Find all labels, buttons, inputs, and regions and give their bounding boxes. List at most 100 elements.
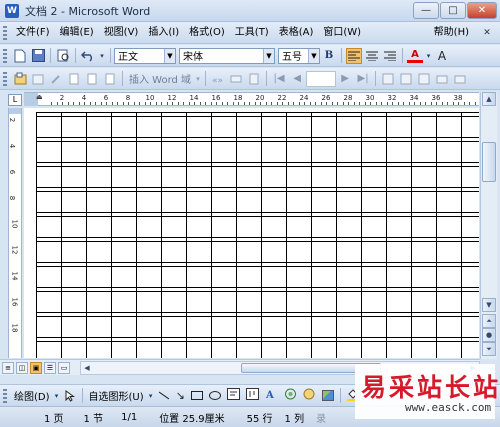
title-bar: W 文档 2 - Microsoft Word — □ ✕	[0, 0, 500, 22]
ruler-tick	[51, 102, 52, 105]
menu-help[interactable]: 帮助(H)	[429, 24, 474, 42]
font-color-dropdown-icon[interactable]: ▾	[425, 48, 432, 64]
merge-fields-icon[interactable]	[102, 71, 118, 87]
align-right-icon[interactable]	[382, 48, 398, 64]
print-layout-icon[interactable]: ▣	[30, 361, 42, 374]
ruler-tick	[172, 102, 173, 105]
previous-page-icon[interactable]: ⏶	[482, 314, 496, 328]
diagram-icon[interactable]	[284, 388, 297, 403]
arrow-tool-icon[interactable]: ↘	[176, 389, 185, 402]
oval-tool-icon[interactable]	[208, 391, 221, 400]
close-document-button[interactable]: ✕	[480, 26, 494, 40]
vertical-scrollbar[interactable]: ▲ ▼ ⏶ ● ⏷	[480, 92, 497, 359]
line-tool-icon[interactable]	[158, 391, 169, 400]
recipients-icon[interactable]	[48, 71, 64, 87]
scroll-down-icon[interactable]: ▼	[482, 298, 496, 312]
close-window-button[interactable]: ✕	[467, 2, 497, 19]
clip-art-icon[interactable]	[303, 388, 316, 403]
font-color-icon[interactable]: A	[407, 49, 423, 63]
open-data-source-icon[interactable]	[30, 71, 46, 87]
dropdown-icon[interactable]: ▾	[195, 71, 201, 87]
style-select[interactable]: 正文 ▼	[114, 47, 176, 64]
chevron-down-icon[interactable]: ▼	[263, 48, 274, 63]
merge-to-document-icon[interactable]	[416, 71, 432, 87]
last-record-icon[interactable]: ▶|	[355, 71, 371, 87]
tab-selector-button[interactable]: L	[8, 94, 22, 106]
indent-marker-icon[interactable]: ⏏	[36, 93, 43, 101]
merge-to-email-icon[interactable]	[452, 71, 468, 87]
vertical-ruler[interactable]: 2 4 6 8 10 12 14 16 18	[8, 108, 22, 358]
font-size-select[interactable]: 五号 ▼	[278, 47, 320, 64]
merge-to-printer-icon[interactable]	[434, 71, 450, 87]
first-record-icon[interactable]: |◀	[271, 71, 287, 87]
menu-table[interactable]: 表格(A)	[274, 24, 319, 42]
maximize-button[interactable]: □	[440, 2, 466, 19]
toolbar-grip-icon[interactable]	[3, 25, 7, 40]
insert-picture-icon[interactable]	[321, 390, 334, 401]
ruler-tick	[337, 102, 338, 105]
toolbar-grip-icon[interactable]	[3, 388, 7, 403]
minimize-button[interactable]: —	[413, 2, 439, 19]
wordart-icon[interactable]: A	[265, 388, 278, 403]
table-column-line	[336, 112, 337, 358]
scroll-left-icon[interactable]: ◀	[81, 362, 93, 374]
normal-view-icon[interactable]: ≡	[2, 361, 14, 374]
dropdown-icon[interactable]: ▾	[148, 388, 154, 404]
next-record-icon[interactable]: ▶	[337, 71, 353, 87]
web-layout-icon[interactable]: ◫	[16, 361, 28, 374]
rectangle-tool-icon[interactable]	[190, 391, 203, 400]
text-box-icon[interactable]	[226, 388, 240, 403]
greeting-line-icon[interactable]	[84, 71, 100, 87]
menu-window[interactable]: 窗口(W)	[318, 24, 366, 42]
toolbar-grip-icon[interactable]	[3, 48, 7, 63]
table-grid[interactable]	[36, 112, 479, 358]
print-preview-icon[interactable]	[55, 48, 71, 64]
undo-dropdown-icon[interactable]: ▾	[98, 48, 106, 64]
horizontal-ruler[interactable]: ⏏ 2 4 6 8 10 12 14 16 18 20 22 24 26 28 30 32 34 36 38	[24, 92, 479, 106]
menu-file[interactable]: 文件(F)	[11, 24, 55, 42]
menu-tools[interactable]: 工具(T)	[230, 24, 274, 42]
main-document-setup-icon[interactable]	[12, 71, 28, 87]
grow-font-icon[interactable]: A	[434, 48, 450, 64]
ruler-tick	[398, 102, 399, 105]
match-fields-icon[interactable]	[246, 71, 262, 87]
chevron-down-icon[interactable]: ▼	[164, 48, 175, 63]
menu-view[interactable]: 视图(V)	[99, 24, 144, 42]
address-block-icon[interactable]	[66, 71, 82, 87]
chevron-down-icon[interactable]: ▼	[308, 48, 319, 63]
table-column-line	[111, 112, 112, 358]
record-number-input[interactable]	[306, 70, 337, 87]
align-left-icon[interactable]	[346, 47, 362, 64]
new-document-icon[interactable]	[12, 48, 28, 64]
check-errors-icon[interactable]	[398, 71, 414, 87]
menu-format[interactable]: 格式(O)	[184, 24, 230, 42]
outline-view-icon[interactable]: ☰	[44, 361, 56, 374]
dropdown-icon[interactable]: ▾	[54, 388, 60, 404]
align-center-icon[interactable]	[364, 48, 380, 64]
undo-icon[interactable]	[80, 48, 96, 64]
reading-layout-icon[interactable]: ▭	[58, 361, 70, 374]
document-page[interactable]	[24, 108, 479, 358]
toolbar-separator	[339, 388, 341, 403]
scroll-up-icon[interactable]: ▲	[482, 92, 496, 106]
find-entry-icon[interactable]	[380, 71, 396, 87]
status-record-macro[interactable]: 录	[310, 410, 332, 425]
highlight-fields-icon[interactable]	[228, 71, 244, 87]
menu-edit[interactable]: 编辑(E)	[55, 24, 99, 42]
ruler-tick	[420, 102, 421, 105]
vertical-text-box-icon[interactable]	[245, 388, 259, 403]
menu-insert[interactable]: 插入(I)	[143, 24, 184, 42]
bold-button[interactable]: B	[321, 48, 337, 64]
font-select[interactable]: 宋体 ▼	[179, 47, 275, 64]
draw-menu-button[interactable]: 绘图(D)	[11, 388, 53, 403]
next-page-icon[interactable]: ⏷	[482, 342, 496, 356]
select-objects-icon[interactable]	[62, 388, 78, 404]
view-merged-data-icon[interactable]: «»	[210, 71, 226, 87]
save-disk-icon[interactable]	[30, 48, 46, 64]
toolbar-grip-icon[interactable]	[3, 71, 7, 86]
insert-word-field-button[interactable]: 插入 Word 域	[126, 71, 194, 86]
select-browse-object-icon[interactable]: ●	[482, 328, 496, 342]
autoshapes-button[interactable]: 自选图形(U)	[86, 388, 147, 403]
previous-record-icon[interactable]: ◀	[289, 71, 305, 87]
scroll-thumb[interactable]	[482, 142, 496, 182]
